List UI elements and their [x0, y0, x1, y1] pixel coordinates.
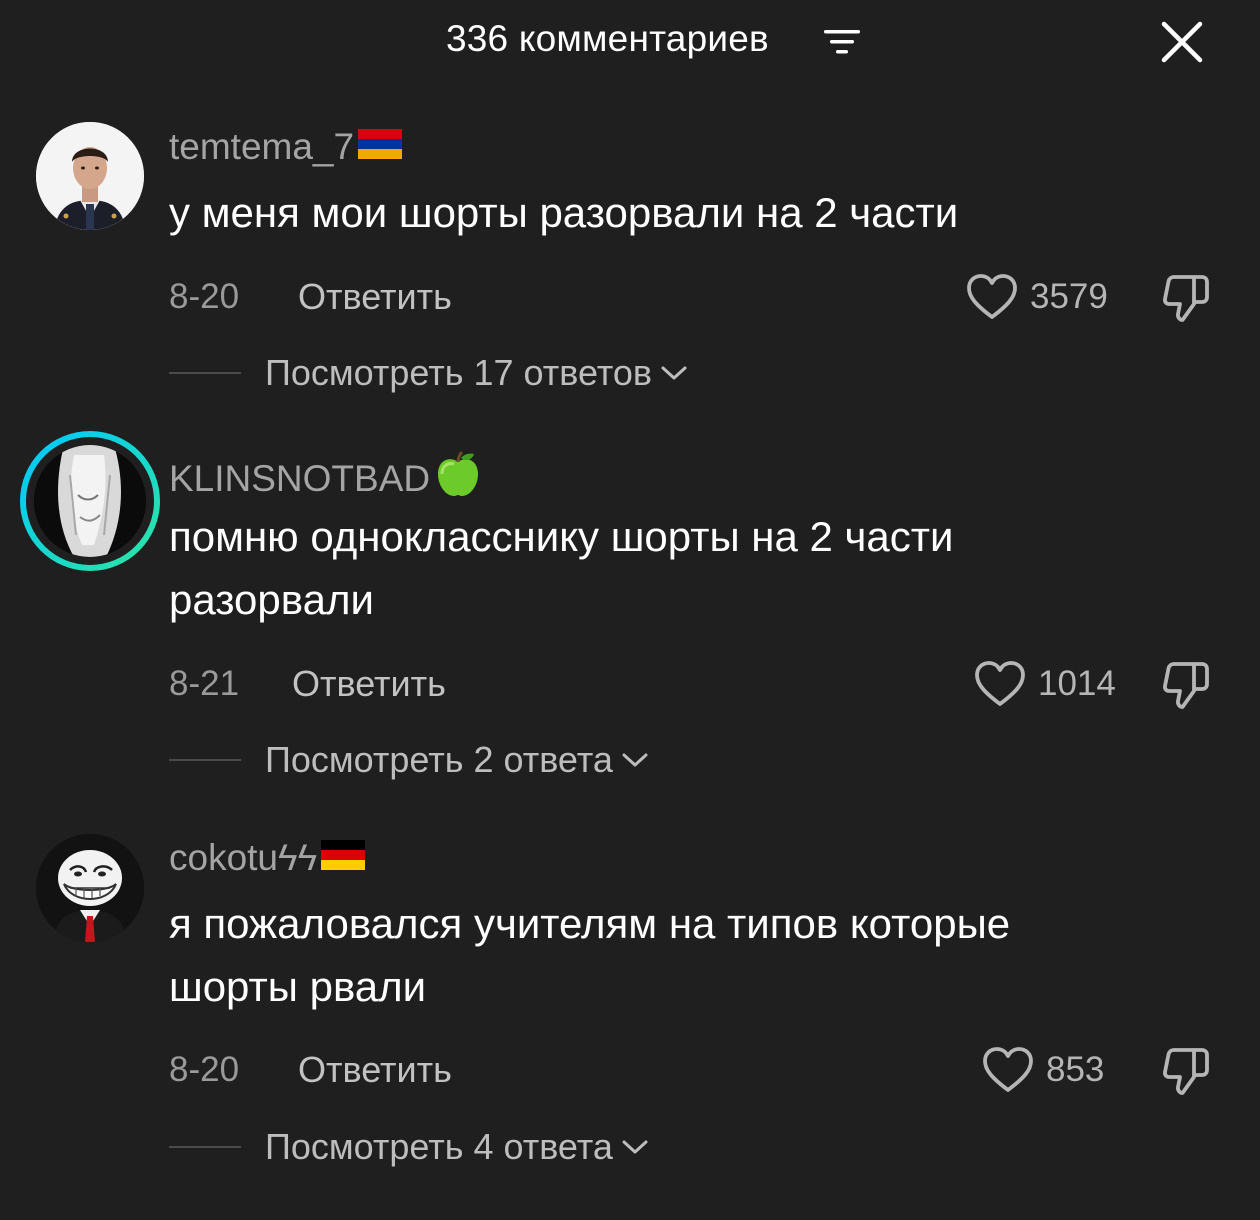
- avatar[interactable]: [36, 834, 144, 942]
- username-text: temtema_7: [169, 126, 355, 167]
- replies-divider: [169, 1146, 241, 1148]
- chevron-down-icon: [622, 753, 648, 767]
- reply-button[interactable]: Ответить: [298, 1049, 452, 1091]
- comments-header: 336 комментариев: [0, 0, 1260, 82]
- armenia-flag-icon: [358, 126, 403, 168]
- view-replies-label: Посмотреть 4 ответа: [265, 1126, 613, 1167]
- like-button[interactable]: 1014: [974, 659, 1116, 709]
- replies-divider: [169, 759, 241, 761]
- view-replies-label: Посмотреть 17 ответов: [265, 352, 652, 393]
- filter-icon[interactable]: [822, 26, 862, 58]
- comment-date: 8-20: [169, 277, 240, 316]
- view-replies-button[interactable]: Посмотреть 17 ответов: [265, 352, 688, 394]
- like-button[interactable]: 853: [982, 1045, 1104, 1095]
- view-replies-button[interactable]: Посмотреть 2 ответа: [265, 739, 649, 781]
- username-text: cokotuϟϟ: [169, 837, 318, 878]
- reply-button[interactable]: Ответить: [298, 276, 452, 318]
- thumbs-down-icon: [1163, 1048, 1209, 1095]
- avatar[interactable]: [36, 122, 144, 230]
- dislike-button[interactable]: [1160, 658, 1214, 712]
- comments-count-title: 336 комментариев: [446, 18, 769, 59]
- close-icon[interactable]: [1158, 18, 1206, 66]
- comment-text: помню однокласснику шорты на 2 части раз…: [169, 513, 954, 623]
- like-count: 1014: [1038, 664, 1116, 703]
- view-replies-label: Посмотреть 2 ответа: [265, 739, 613, 780]
- comment-date: 8-21: [169, 664, 240, 703]
- chevron-down-icon: [661, 366, 687, 380]
- username-text: KLINSNOTBAD: [169, 457, 431, 499]
- like-count: 853: [1046, 1050, 1105, 1089]
- comment-username[interactable]: temtema_7: [169, 126, 403, 168]
- heart-icon: [983, 1047, 1033, 1092]
- avatar[interactable]: [20, 431, 160, 571]
- thumbs-down-icon: [1163, 275, 1209, 322]
- comment-text: я пожаловался учителям на типов которые …: [169, 900, 1011, 1010]
- dislike-button[interactable]: [1160, 1044, 1214, 1098]
- like-button[interactable]: 3579: [966, 272, 1108, 322]
- heart-icon: [967, 274, 1017, 319]
- dislike-button[interactable]: [1160, 271, 1214, 325]
- green-apple-icon: [434, 450, 482, 507]
- comment-username[interactable]: cokotuϟϟ: [169, 837, 366, 879]
- thumbs-down-icon: [1163, 662, 1209, 709]
- comment-date: 8-20: [169, 1050, 240, 1089]
- chevron-down-icon: [622, 1140, 648, 1154]
- comment-text: у меня мои шорты разорвали на 2 части: [169, 189, 959, 236]
- reply-button[interactable]: Ответить: [292, 663, 446, 705]
- heart-icon: [975, 661, 1025, 706]
- germany-flag-icon: [321, 837, 366, 879]
- replies-divider: [169, 372, 241, 374]
- view-replies-button[interactable]: Посмотреть 4 ответа: [265, 1126, 649, 1168]
- comment-username[interactable]: KLINSNOTBAD: [169, 450, 482, 507]
- like-count: 3579: [1030, 277, 1108, 316]
